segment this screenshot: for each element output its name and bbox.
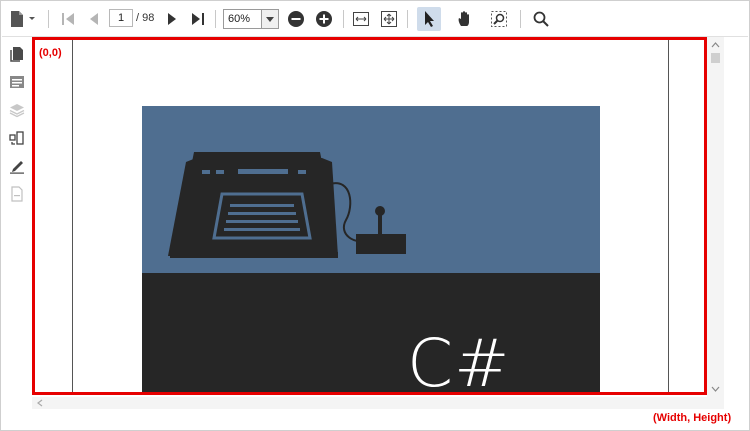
last-page-icon <box>192 13 204 25</box>
chevron-up-icon[interactable] <box>707 39 724 51</box>
viewport-bounds-overlay <box>32 37 707 395</box>
toolbar-separator <box>520 10 521 28</box>
sidebar <box>2 37 32 409</box>
layers-button[interactable] <box>8 101 26 119</box>
vertical-scroll-thumb[interactable] <box>711 53 720 63</box>
first-page-button[interactable] <box>58 8 78 30</box>
pan-tool-icon <box>458 11 469 26</box>
page-total-label: / 98 <box>136 12 155 24</box>
fit-page-button[interactable] <box>378 8 400 30</box>
bookmarks-button[interactable] <box>8 73 26 91</box>
marquee-zoom-icon <box>491 11 507 27</box>
zoom-select[interactable]: 60% <box>223 9 279 29</box>
origin-label: (0,0) <box>39 47 62 59</box>
pdf-viewer-window: 1 / 98 60% C# (0,0) (Width, Height) <box>0 0 750 431</box>
last-page-button[interactable] <box>188 8 208 30</box>
selection-tool-icon-wrap <box>419 8 439 30</box>
page-number-input[interactable]: 1 <box>109 9 133 27</box>
form-fields-button[interactable] <box>8 185 26 203</box>
zoom-dropdown-button[interactable] <box>261 10 278 28</box>
file-menu-icon <box>11 11 35 27</box>
zoom-out-icon <box>288 11 304 27</box>
toolbar: 1 / 98 60% <box>2 2 748 37</box>
toolbar-separator <box>48 10 49 28</box>
previous-page-icon <box>90 13 98 25</box>
chevron-down-icon[interactable] <box>707 383 724 395</box>
bookmarks-icon <box>10 76 24 88</box>
first-page-icon <box>62 13 74 25</box>
organize-pages-button[interactable] <box>8 129 26 147</box>
organize-pages-icon <box>9 131 24 145</box>
chevron-left-icon[interactable] <box>34 397 46 409</box>
zoom-in-button[interactable] <box>314 8 334 30</box>
page-thumbnails-button[interactable] <box>8 45 26 63</box>
fit-page-icon <box>381 11 397 27</box>
marquee-zoom-button[interactable] <box>488 8 510 30</box>
next-page-icon <box>168 13 176 25</box>
status-bar <box>2 409 748 430</box>
toolbar-separator <box>343 10 344 28</box>
signature-button[interactable] <box>8 157 26 175</box>
file-menu-button[interactable] <box>8 8 36 30</box>
size-label: (Width, Height) <box>653 412 732 424</box>
page-thumbnails-icon <box>10 47 23 62</box>
search-icon <box>533 11 549 27</box>
fit-width-icon <box>353 12 369 26</box>
pan-tool-button[interactable] <box>454 8 476 30</box>
selection-tool-icon <box>425 11 434 27</box>
horizontal-scrollbar[interactable] <box>32 397 724 409</box>
signature-icon <box>10 161 24 174</box>
layers-icon <box>9 104 25 118</box>
toolbar-separator <box>407 10 408 28</box>
form-fields-icon <box>11 186 23 202</box>
chevron-down-icon <box>266 16 274 22</box>
next-page-button[interactable] <box>162 8 182 30</box>
zoom-out-button[interactable] <box>286 8 306 30</box>
vertical-scrollbar[interactable] <box>707 37 724 397</box>
toolbar-separator <box>215 10 216 28</box>
zoom-in-icon <box>316 11 332 27</box>
search-button[interactable] <box>530 8 552 30</box>
fit-width-button[interactable] <box>350 8 372 30</box>
zoom-value: 60% <box>228 13 251 25</box>
previous-page-button[interactable] <box>84 8 104 30</box>
